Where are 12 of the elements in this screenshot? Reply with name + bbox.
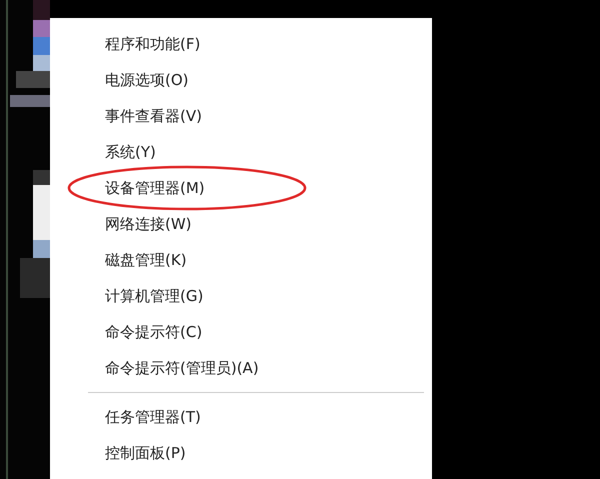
menu-item[interactable]: 设备管理器(M) [50, 170, 432, 206]
menu-item[interactable]: 事件查看器(V) [50, 98, 432, 134]
menu-item[interactable]: 程序和功能(F) [50, 26, 432, 62]
menu-item[interactable]: 磁盘管理(K) [50, 242, 432, 278]
menu-item[interactable]: 计算机管理(G) [50, 278, 432, 314]
menu-item[interactable]: 命令提示符(管理员)(A) [50, 350, 432, 386]
menu-item[interactable]: 控制面板(P) [50, 435, 432, 471]
menu-item[interactable]: 命令提示符(C) [50, 314, 432, 350]
menu-item[interactable]: 网络连接(W) [50, 206, 432, 242]
menu-item[interactable]: 任务管理器(T) [50, 399, 432, 435]
menu-item[interactable]: 系统(Y) [50, 134, 432, 170]
menu-item[interactable]: 电源选项(O) [50, 62, 432, 98]
